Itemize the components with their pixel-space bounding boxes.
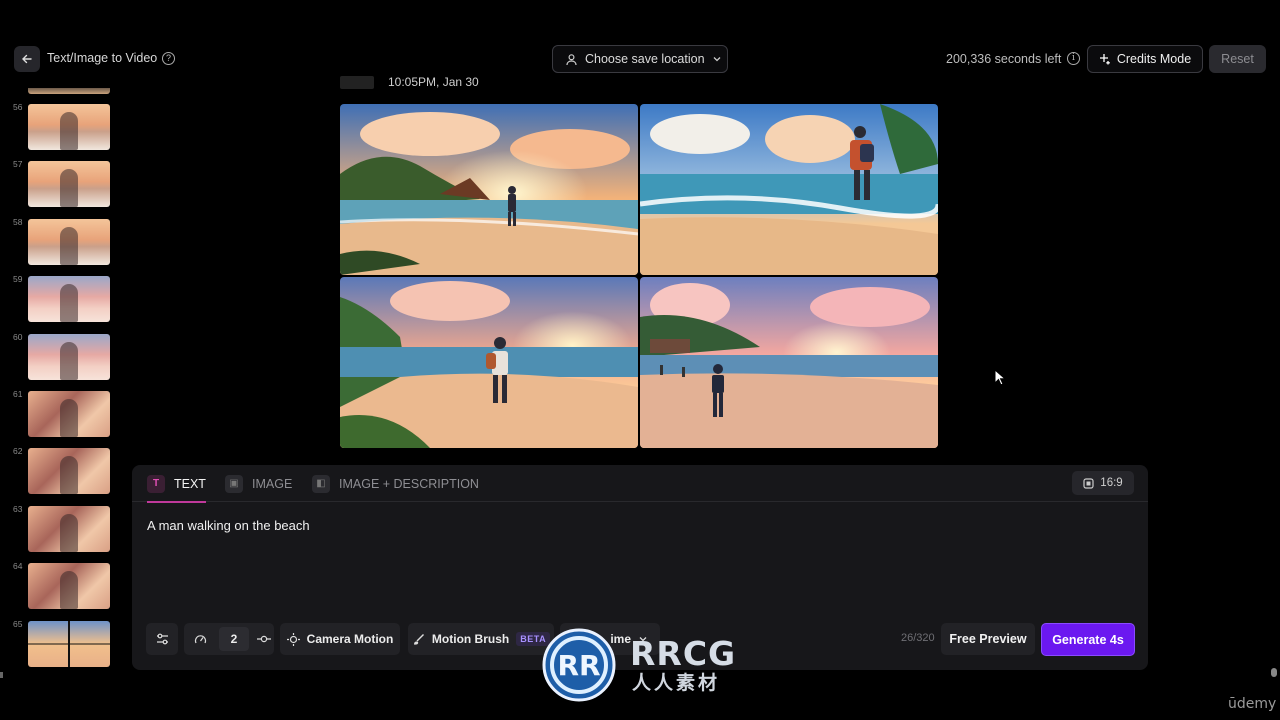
history-sidebar: 56 57 58 59 60 61 62 63 64 65: [0, 88, 120, 678]
tab-image-label: IMAGE: [252, 476, 293, 491]
tab-text[interactable]: T TEXT: [147, 465, 206, 503]
history-item-thumbnail[interactable]: [28, 161, 110, 208]
history-item-thumbnail[interactable]: [28, 391, 110, 437]
image-icon: ▣: [225, 474, 243, 493]
scrollbar-thumb[interactable]: [1271, 668, 1277, 677]
speed-icon: [194, 634, 207, 643]
history-item-thumbnail[interactable]: [28, 104, 110, 150]
brush-icon: [413, 633, 424, 645]
history-item-number: 56: [13, 102, 23, 112]
stepper-icon[interactable]: [257, 634, 271, 644]
chevron-down-icon: [713, 57, 720, 62]
history-item-number: 58: [13, 216, 23, 227]
result-grid: [340, 104, 940, 448]
thumbnail-figure: [60, 456, 78, 495]
sliders-icon: [156, 633, 168, 645]
seconds-left: 200,336 seconds left: [946, 52, 1062, 66]
history-item[interactable]: 63: [0, 504, 120, 554]
back-button[interactable]: [14, 46, 40, 72]
history-item-thumbnail[interactable]: [28, 276, 110, 323]
history-item-number: 64: [13, 561, 23, 572]
credits-mode-button[interactable]: Credits Mode: [1087, 45, 1203, 73]
text-icon: T: [147, 474, 165, 493]
character-counter: 26/320: [901, 632, 935, 644]
thumbnail-figure: [60, 169, 78, 208]
thumbnail-figure: [60, 513, 78, 552]
thumbnail-figure: [60, 226, 78, 265]
aspect-ratio-icon: [1083, 477, 1094, 489]
motion-brush-button[interactable]: Motion Brush BETA: [408, 623, 554, 655]
info-icon[interactable]: i: [1067, 52, 1080, 65]
credits-mode-label: Credits Mode: [1116, 52, 1192, 66]
prompt-input[interactable]: A man walking on the beach: [147, 518, 310, 533]
history-item-number: 62: [13, 446, 23, 457]
thumbnail-figure: [60, 399, 78, 437]
history-item-thumbnail[interactable]: [28, 563, 110, 610]
mouse-cursor: [994, 369, 1006, 386]
image-description-icon: ◧: [312, 474, 330, 493]
result-image-1[interactable]: [340, 104, 638, 275]
mode-tabs: T TEXT ▣ IMAGE ◧ IMAGE + DESCRIPTION 16:…: [132, 465, 1148, 503]
history-item-thumbnail[interactable]: [28, 448, 110, 495]
sparkle-icon: [1099, 54, 1110, 65]
save-location-label: Choose save location: [585, 52, 705, 66]
history-item-number: 57: [13, 159, 23, 170]
aspect-ratio-label: 16:9: [1100, 477, 1123, 489]
page-title: Text/Image to Video: [47, 51, 158, 65]
tab-image[interactable]: ▣ IMAGE: [225, 465, 292, 502]
history-thumb-partial[interactable]: [28, 88, 110, 94]
arrow-left-icon: [22, 54, 32, 64]
history-item[interactable]: 58: [0, 217, 120, 267]
history-item-thumbnail[interactable]: [28, 505, 110, 552]
udemy-watermark: ūdemy: [1228, 696, 1277, 712]
watermark-subtitle: 人人素材: [632, 672, 721, 694]
history-item[interactable]: 61: [0, 389, 120, 439]
history-item-number: 61: [13, 389, 23, 399]
result-image-3[interactable]: [340, 277, 638, 448]
history-item-number: 63: [13, 503, 23, 514]
rrcg-logo-icon: RR: [542, 628, 616, 702]
free-preview-button[interactable]: Free Preview: [941, 623, 1035, 655]
user-icon: [566, 53, 577, 65]
reset-button[interactable]: Reset: [1209, 45, 1266, 73]
thumbnail-figure: [60, 284, 78, 323]
motion-brush-label: Motion Brush: [431, 632, 510, 646]
settings-button[interactable]: [146, 623, 178, 655]
history-item[interactable]: 65: [0, 619, 120, 669]
thumbnail-figure: [60, 571, 78, 610]
history-item[interactable]: 59: [0, 274, 120, 324]
tab-text-label: TEXT: [174, 476, 206, 491]
thumbnail-figure: [60, 112, 78, 150]
history-item[interactable]: 60: [0, 332, 120, 382]
history-item-thumbnail[interactable]: [28, 333, 110, 380]
history-item[interactable]: 64: [0, 561, 120, 611]
camera-motion-button[interactable]: Camera Motion: [280, 623, 400, 655]
generation-count-value[interactable]: 2: [219, 627, 249, 651]
generate-button[interactable]: Generate 4s: [1041, 623, 1135, 656]
generation-count-control[interactable]: 2: [184, 623, 274, 655]
result-image-2[interactable]: [640, 104, 938, 275]
top-bar: Text/Image to Video ? Choose save locati…: [0, 44, 1280, 74]
history-item[interactable]: 56: [0, 102, 120, 152]
thumbnail-figure: [60, 341, 78, 380]
history-item-number: 65: [13, 618, 23, 629]
generation-timestamp: 10:05PM, Jan 30: [388, 75, 479, 89]
history-item-number: 59: [13, 274, 23, 285]
history-item-thumbnail[interactable]: [28, 620, 110, 667]
result-image-4[interactable]: [640, 277, 938, 448]
save-location-dropdown[interactable]: Choose save location: [552, 45, 728, 73]
tab-image-description[interactable]: ◧ IMAGE + DESCRIPTION: [312, 465, 479, 502]
svg-text:RR: RR: [557, 649, 600, 682]
generation-tag: [340, 76, 374, 89]
camera-motion-label: Camera Motion: [306, 632, 394, 646]
aspect-ratio-button[interactable]: 16:9: [1072, 471, 1134, 495]
tab-image-description-label: IMAGE + DESCRIPTION: [339, 476, 479, 491]
sidebar-scrollbar[interactable]: [0, 672, 3, 678]
camera-move-icon: [286, 632, 300, 646]
history-item-number: 60: [13, 331, 23, 342]
history-item[interactable]: 57: [0, 159, 120, 209]
history-item-thumbnail[interactable]: [28, 218, 110, 265]
history-item[interactable]: 62: [0, 446, 120, 496]
help-icon[interactable]: ?: [162, 52, 175, 65]
